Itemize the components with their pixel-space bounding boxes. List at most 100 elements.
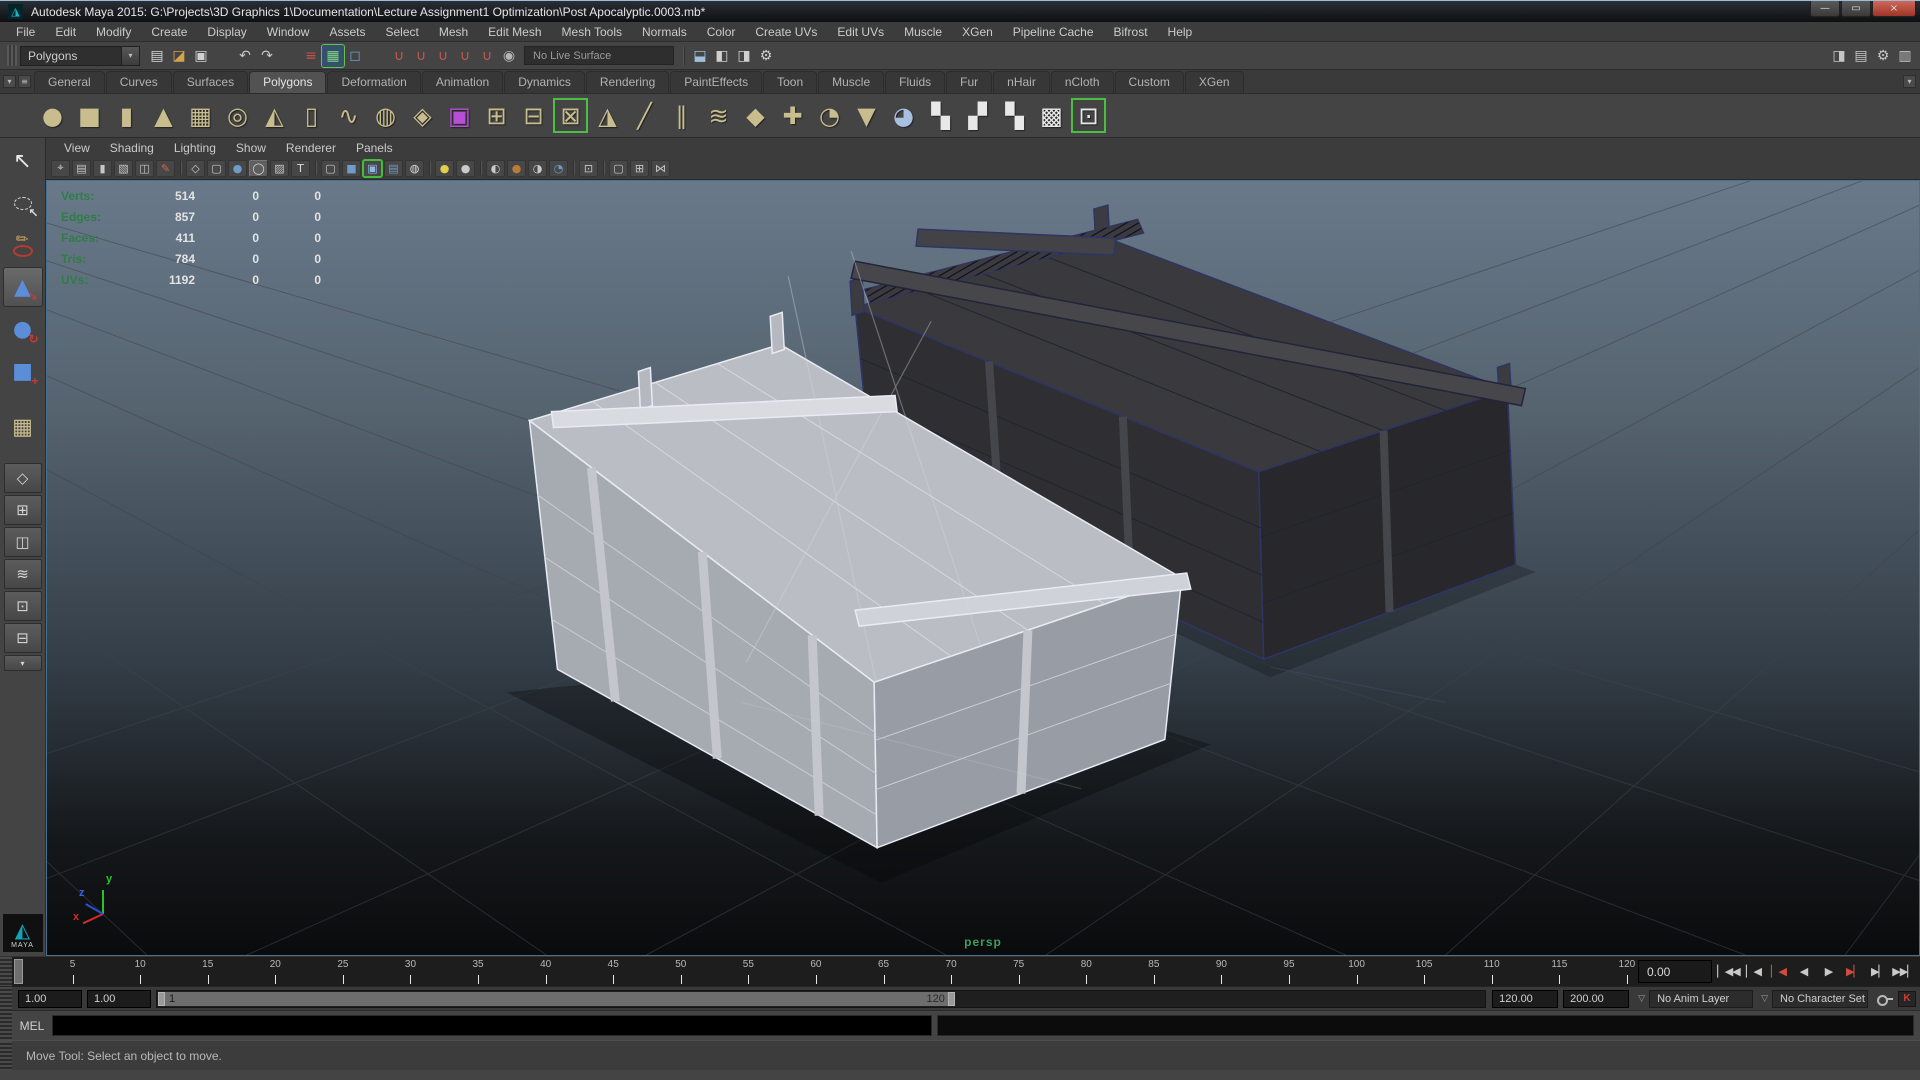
redo-icon[interactable]: ↷ bbox=[256, 45, 278, 67]
frame-tick[interactable]: 120 bbox=[1566, 957, 1634, 986]
panel-menu-item[interactable]: Show bbox=[226, 140, 276, 156]
multisample-icon[interactable]: ◔ bbox=[549, 160, 568, 177]
separator[interactable] bbox=[177, 160, 184, 177]
menu-item[interactable]: File bbox=[6, 23, 45, 41]
poly-plane-icon[interactable]: ▦ bbox=[182, 97, 219, 134]
separate-icon[interactable]: ⊟ bbox=[515, 97, 552, 134]
menu-item[interactable]: Pipeline Cache bbox=[1003, 23, 1104, 41]
menu-item[interactable]: Window bbox=[257, 23, 320, 41]
help-line-grip[interactable] bbox=[0, 1041, 12, 1070]
undo-icon[interactable]: ↶ bbox=[234, 45, 256, 67]
open-scene-icon[interactable]: ◪ bbox=[168, 45, 190, 67]
time-slider-grip[interactable] bbox=[0, 957, 12, 986]
shelf-tab[interactable]: Polygons bbox=[249, 71, 326, 93]
shelf-tab[interactable]: Dynamics bbox=[504, 71, 585, 93]
step-forward-frame-button[interactable]: ▶▏ bbox=[1866, 961, 1891, 983]
menu-item[interactable]: Edit UVs bbox=[827, 23, 894, 41]
frame-tick[interactable]: 105 bbox=[1364, 957, 1432, 986]
menu-item[interactable]: Help bbox=[1158, 23, 1203, 41]
separator[interactable] bbox=[570, 160, 577, 177]
animation-start-field[interactable]: 1.00 bbox=[18, 990, 82, 1008]
use-default-material-icon[interactable]: ◍ bbox=[405, 160, 424, 177]
isolate-select-icon[interactable]: ⊡ bbox=[579, 160, 598, 177]
shelf-tab[interactable]: Toon bbox=[763, 71, 817, 93]
select-hierarchy-icon[interactable]: ≡ bbox=[300, 45, 322, 67]
shelf-tab[interactable]: Muscle bbox=[818, 71, 884, 93]
grease-pencil-icon[interactable]: ✎ bbox=[156, 160, 175, 177]
frame-tick[interactable]: 70 bbox=[891, 957, 959, 986]
smooth-shade-icon[interactable]: ■ bbox=[342, 160, 361, 177]
layout-persp-outliner-button[interactable]: ◫ bbox=[4, 527, 42, 557]
render-view-icon[interactable]: ⬓ bbox=[689, 45, 711, 67]
range-end-handle[interactable] bbox=[948, 992, 955, 1006]
shelf-tab[interactable]: nHair bbox=[993, 71, 1050, 93]
no-lights-icon[interactable]: ● bbox=[435, 160, 454, 177]
playback-start-field[interactable]: 1.00 bbox=[87, 990, 151, 1008]
textured-icon[interactable]: ▤ bbox=[384, 160, 403, 177]
mel-input-field[interactable] bbox=[52, 1015, 932, 1036]
menu-item[interactable]: Edit bbox=[45, 23, 86, 41]
append-polygon-icon[interactable]: ◮ bbox=[589, 97, 626, 134]
set-key-icon[interactable] bbox=[1877, 994, 1893, 1004]
step-back-frame-button[interactable]: ▏◀ bbox=[1741, 961, 1766, 983]
uv-planar-mapping-icon[interactable]: ▚ bbox=[922, 97, 959, 134]
wireframe-on-shaded-icon[interactable]: ▣ bbox=[363, 160, 382, 177]
separator[interactable] bbox=[312, 160, 319, 177]
menu-item[interactable]: Normals bbox=[632, 23, 697, 41]
ui-elements-toggle-icon[interactable]: ◨ bbox=[1828, 45, 1850, 67]
bevel-icon[interactable]: ◆ bbox=[737, 97, 774, 134]
shelf-tab[interactable]: General bbox=[34, 71, 105, 93]
playback-range-bar[interactable]: 1 120 bbox=[158, 992, 955, 1006]
split-polygon-icon[interactable]: ╱ bbox=[626, 97, 663, 134]
attribute-editor-toggle-icon[interactable]: ▤ bbox=[1850, 45, 1872, 67]
layout-four-pane-button[interactable]: ⊞ bbox=[4, 495, 42, 525]
frame-tick[interactable]: 60 bbox=[755, 957, 823, 986]
shelf-tab[interactable]: Rendering bbox=[586, 71, 669, 93]
menu-item[interactable]: Bifrost bbox=[1104, 23, 1158, 41]
selection-mode-dropdown[interactable]: Polygons ▾ bbox=[20, 46, 140, 66]
close-button[interactable]: × bbox=[1872, 1, 1916, 17]
offset-edge-loop-icon[interactable]: ≋ bbox=[700, 97, 737, 134]
poke-icon[interactable]: ✚ bbox=[774, 97, 811, 134]
poly-cone-icon[interactable]: ▲ bbox=[145, 97, 182, 134]
frame-tick[interactable]: 5 bbox=[12, 957, 80, 986]
shelf-tab[interactable]: Fluids bbox=[885, 71, 945, 93]
panel-menu-item[interactable]: Shading bbox=[100, 140, 164, 156]
menu-item[interactable]: Edit Mesh bbox=[478, 23, 551, 41]
chevron-down-icon[interactable]: ▽ bbox=[1638, 994, 1645, 1004]
shelf-tab[interactable]: Deformation bbox=[327, 71, 420, 93]
status-line-grip[interactable] bbox=[7, 45, 17, 67]
paint-select-tool-button[interactable]: ✎ bbox=[3, 225, 43, 265]
frame-tick[interactable]: 50 bbox=[620, 957, 688, 986]
poly-soccer-ball-icon[interactable]: ◍ bbox=[367, 97, 404, 134]
wireframe-icon[interactable]: ▢ bbox=[321, 160, 340, 177]
safe-action-icon[interactable]: ▨ bbox=[270, 160, 289, 177]
mel-label[interactable]: MEL bbox=[12, 1019, 52, 1033]
frame-tick[interactable]: 45 bbox=[553, 957, 621, 986]
camera-attributes-icon[interactable]: ▤ bbox=[72, 160, 91, 177]
poly-cylinder-icon[interactable]: ▮ bbox=[108, 97, 145, 134]
rotate-tool-button[interactable]: ●↻ bbox=[3, 309, 43, 349]
uv-editor-icon[interactable]: ⊡ bbox=[1070, 97, 1107, 134]
go-to-start-button[interactable]: ▏◀◀ bbox=[1716, 961, 1741, 983]
menu-item[interactable]: Modify bbox=[86, 23, 141, 41]
camera-bookmark-icon[interactable]: ▮ bbox=[93, 160, 112, 177]
character-set-field[interactable]: No Character Set bbox=[1772, 990, 1868, 1008]
snap-to-grid-icon[interactable]: ∪ bbox=[388, 45, 410, 67]
live-surface-field[interactable]: No Live Surface bbox=[524, 46, 674, 65]
animation-end-field[interactable]: 200.00 bbox=[1563, 990, 1629, 1008]
menu-item[interactable]: Select bbox=[375, 23, 428, 41]
frame-tick[interactable]: 40 bbox=[485, 957, 553, 986]
auto-keyframe-toggle[interactable]: K bbox=[1898, 991, 1916, 1007]
shelf-tab[interactable]: nCloth bbox=[1051, 71, 1114, 93]
resolution-gate-icon[interactable]: ▢ bbox=[207, 160, 226, 177]
ambient-occlusion-icon[interactable]: ● bbox=[507, 160, 526, 177]
snap-to-curve-icon[interactable]: ∪ bbox=[410, 45, 432, 67]
separator[interactable] bbox=[212, 45, 234, 67]
wedge-icon[interactable]: ◔ bbox=[811, 97, 848, 134]
layout-menu-button[interactable]: ▾ bbox=[4, 655, 42, 671]
insert-edge-loop-icon[interactable]: ∥ bbox=[663, 97, 700, 134]
frame-tick[interactable]: 20 bbox=[215, 957, 283, 986]
menu-item[interactable]: Mesh bbox=[429, 23, 478, 41]
shelf-menu-button[interactable]: ≡ bbox=[18, 75, 31, 88]
